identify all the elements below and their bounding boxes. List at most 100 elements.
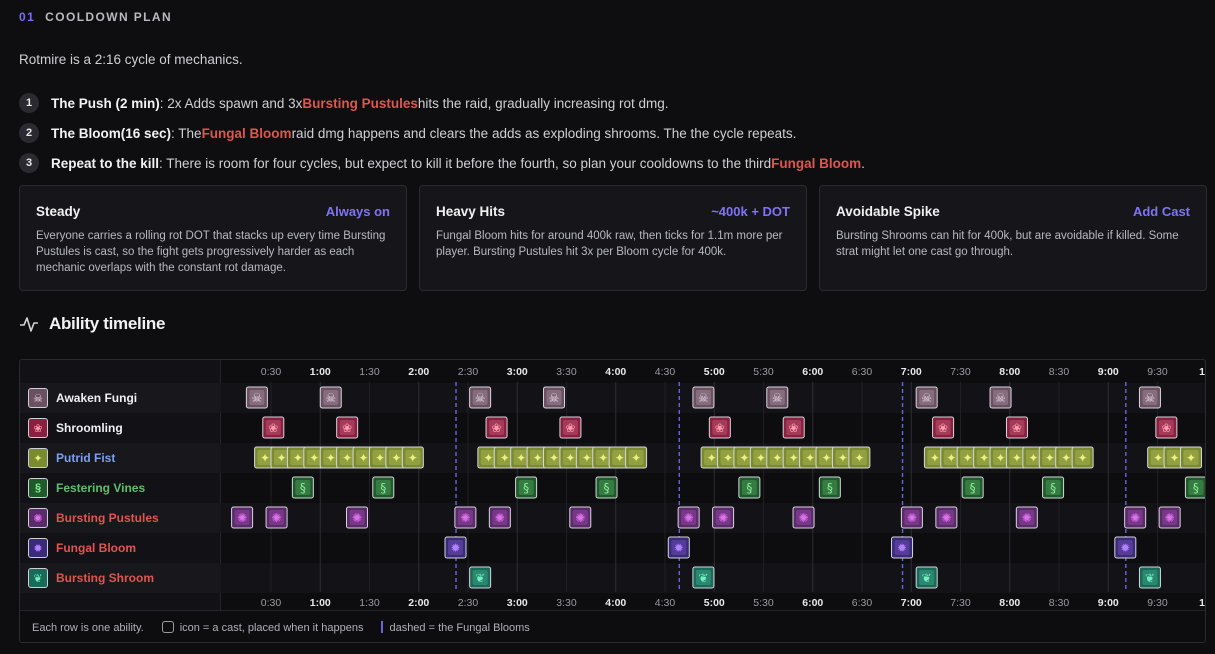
cast-icon[interactable]: ❦ <box>1138 566 1161 589</box>
tick-label: 9:00 <box>1098 597 1119 609</box>
cast-icon[interactable]: ✺ <box>712 506 735 529</box>
cast-icon[interactable]: § <box>738 476 761 499</box>
section-number: 01 <box>19 10 36 24</box>
ability-icon: ❀ <box>28 418 48 438</box>
cast-icon[interactable]: § <box>1042 476 1065 499</box>
cast-icon[interactable]: ❀ <box>485 416 508 439</box>
cast-icon[interactable]: ☠ <box>469 386 492 409</box>
cast-icon[interactable]: § <box>595 476 618 499</box>
svg-text:✦: ✦ <box>1028 451 1038 465</box>
svg-text:✦: ✦ <box>838 451 848 465</box>
cast-icon[interactable]: ✹ <box>1114 536 1137 559</box>
tick-label: 2:00 <box>408 366 429 378</box>
legend-rows: Each row is one ability. <box>32 621 144 634</box>
cast-icon[interactable]: ✹ <box>444 536 467 559</box>
svg-text:✺: ✺ <box>352 511 362 525</box>
cast-icon[interactable]: ☠ <box>1138 386 1161 409</box>
svg-text:☠: ☠ <box>475 391 486 405</box>
tick-label: 8:00 <box>999 366 1020 378</box>
svg-text:✦: ✦ <box>930 451 940 465</box>
cast-icon[interactable]: § <box>372 476 395 499</box>
cast-icon[interactable]: ☠ <box>766 386 789 409</box>
cast-icon[interactable]: ✺ <box>1124 506 1147 529</box>
svg-text:❀: ❀ <box>938 421 948 435</box>
card-description: Fungal Bloom hits for around 400k raw, t… <box>436 230 783 258</box>
svg-text:§: § <box>746 481 752 495</box>
svg-text:✺: ✺ <box>941 511 951 525</box>
cast-icon[interactable]: ✦ <box>625 446 648 469</box>
svg-text:✦: ✦ <box>946 451 956 465</box>
cast-icon[interactable]: ☠ <box>915 386 938 409</box>
tick-label: 1:00 <box>310 366 331 378</box>
cast-icon[interactable]: ✹ <box>667 536 690 559</box>
cast-icon[interactable]: ❀ <box>559 416 582 439</box>
step-text: : 2x Adds spawn and 3x <box>159 95 303 111</box>
timeline-grid[interactable]: 0:30 0:30 1:00 1:00 1:30 1:30 2:00 2:00 2:30 2:30… <box>221 360 1206 610</box>
tick-label: 6:00 <box>802 366 823 378</box>
cast-icon[interactable]: ✺ <box>265 506 288 529</box>
cast-icon[interactable]: ☠ <box>692 386 715 409</box>
legend-icon-item: icon = a cast, placed when it happens <box>161 621 363 634</box>
ability-label-bursting-shroom: ❦ Bursting Shroom <box>20 563 221 593</box>
cast-icon[interactable]: ✺ <box>454 506 477 529</box>
cast-icon[interactable]: ❀ <box>1005 416 1028 439</box>
cast-icon[interactable]: ❦ <box>469 566 492 589</box>
cast-icon[interactable]: § <box>1184 476 1206 499</box>
svg-text:✦: ✦ <box>854 451 864 465</box>
cast-icon[interactable]: ❀ <box>1155 416 1178 439</box>
cast-icon[interactable]: ☠ <box>989 386 1012 409</box>
ability-label-putrid-fist: ✦ Putrid Fist <box>20 443 221 473</box>
section-title: COOLDOWN PLAN <box>45 10 173 24</box>
cast-icon[interactable]: ❦ <box>915 566 938 589</box>
cast-icon[interactable]: ✺ <box>677 506 700 529</box>
cast-icon[interactable]: ✦ <box>401 446 424 469</box>
cast-icon[interactable]: § <box>961 476 984 499</box>
tick-label: 5:30 <box>753 597 774 609</box>
cast-icon[interactable]: ❀ <box>336 416 359 439</box>
cast-icon[interactable]: ✺ <box>569 506 592 529</box>
svg-text:❀: ❀ <box>565 421 575 435</box>
tick-label: 1:30 <box>359 597 380 609</box>
cast-icon[interactable]: ☠ <box>319 386 342 409</box>
svg-text:❀: ❀ <box>268 421 278 435</box>
cast-icon[interactable]: ✺ <box>346 506 369 529</box>
ability-label-fungal-bloom: ✹ Fungal Bloom <box>20 533 221 563</box>
cast-icon[interactable]: ✺ <box>935 506 958 529</box>
cast-icon[interactable]: ✺ <box>900 506 923 529</box>
svg-text:✦: ✦ <box>631 451 641 465</box>
cast-icon[interactable]: ☠ <box>245 386 268 409</box>
legend-dashed-text: dashed = the Fungal Blooms <box>389 622 530 634</box>
cast-icon[interactable]: § <box>515 476 538 499</box>
svg-text:✦: ✦ <box>707 451 717 465</box>
cast-icon[interactable]: ✺ <box>792 506 815 529</box>
cast-icon[interactable]: ❀ <box>262 416 285 439</box>
cast-icon[interactable]: ✦ <box>1179 446 1202 469</box>
cast-icon[interactable]: ☠ <box>543 386 566 409</box>
timeline-title: Ability timeline <box>49 314 166 333</box>
cast-icon[interactable]: ❀ <box>782 416 805 439</box>
svg-text:❀: ❀ <box>1012 421 1022 435</box>
cast-icon[interactable]: ✺ <box>488 506 511 529</box>
svg-text:✦: ✦ <box>276 451 286 465</box>
cast-icon[interactable]: ✦ <box>1071 446 1094 469</box>
tick-label: 4:00 <box>605 597 626 609</box>
svg-text:❦: ❦ <box>698 571 708 585</box>
step-text: raid dmg happens and clears the adds as … <box>291 125 797 141</box>
cast-icon[interactable]: ✺ <box>1158 506 1181 529</box>
svg-text:§: § <box>1193 481 1199 495</box>
cast-icon[interactable]: ✺ <box>1015 506 1038 529</box>
cast-icon[interactable]: ✦ <box>848 446 871 469</box>
steps-list: 1 The Push (2 min): 2x Adds spawn and 3x… <box>19 88 1209 178</box>
cast-icon[interactable]: ✹ <box>891 536 914 559</box>
svg-text:✦: ✦ <box>309 451 319 465</box>
svg-text:✺: ✺ <box>495 511 505 525</box>
cast-icon[interactable]: ❀ <box>932 416 955 439</box>
cast-icon[interactable]: § <box>818 476 841 499</box>
ability-highlight: Fungal Bloom <box>201 125 292 141</box>
cast-icon[interactable]: ✺ <box>231 506 254 529</box>
svg-text:✦: ✦ <box>391 451 401 465</box>
tick-label: 4:00 <box>605 366 626 378</box>
cast-icon[interactable]: § <box>291 476 314 499</box>
cast-icon[interactable]: ❀ <box>708 416 731 439</box>
cast-icon[interactable]: ❦ <box>692 566 715 589</box>
